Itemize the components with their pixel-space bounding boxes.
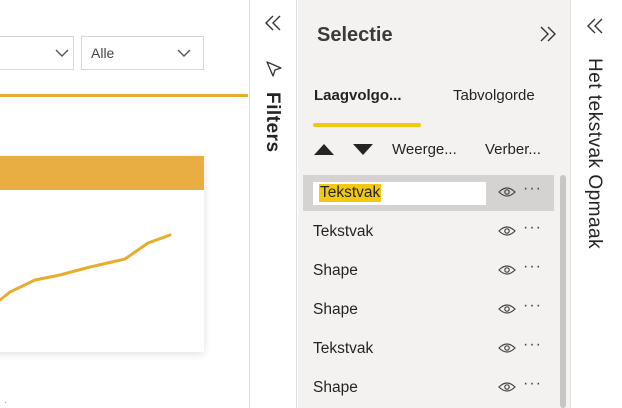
list-item-label: Tekstvak <box>319 184 382 202</box>
eye-icon[interactable] <box>498 380 516 398</box>
more-options-icon[interactable]: ··· <box>523 336 542 354</box>
filters-label[interactable]: Filters <box>261 92 283 153</box>
report-canvas: Alle . <box>0 0 248 408</box>
hide-all-button[interactable]: Verber... <box>485 141 541 158</box>
selection-pane: Selectie Laagvolgo... Tabvolgorde Weerge… <box>298 0 570 408</box>
chevron-down-icon <box>173 49 195 58</box>
list-item-label: Tekstvak <box>313 340 374 357</box>
more-options-icon[interactable]: ··· <box>523 219 542 237</box>
move-up-button[interactable] <box>313 142 335 156</box>
expand-right-icon[interactable] <box>536 22 560 46</box>
scrollbar[interactable] <box>560 175 566 408</box>
selection-pane-title: Selectie <box>317 24 393 46</box>
filter-icon <box>264 59 284 84</box>
list-item[interactable]: Tekstvak ··· <box>303 175 554 211</box>
eye-icon[interactable] <box>498 185 516 203</box>
format-pane[interactable]: Het tekstvak Opmaak <box>570 0 622 408</box>
more-options-icon[interactable]: ··· <box>523 180 542 198</box>
filters-pane[interactable]: Filters <box>249 0 297 408</box>
list-item-label: Shape <box>313 379 358 396</box>
move-down-button[interactable] <box>352 142 374 156</box>
more-options-icon[interactable]: ··· <box>523 297 542 315</box>
more-options-icon[interactable]: ··· <box>523 375 542 393</box>
chevron-down-icon <box>51 49 73 58</box>
eye-icon[interactable] <box>498 341 516 359</box>
chart-line <box>0 233 172 302</box>
eye-icon[interactable] <box>498 263 516 281</box>
collapse-left-icon[interactable] <box>263 13 283 38</box>
chart-header-bar <box>0 156 204 190</box>
more-options-icon[interactable]: ··· <box>523 258 542 276</box>
format-pane-label[interactable]: Het tekstvak Opmaak <box>583 58 605 249</box>
slicer-dropdown-2[interactable]: Alle <box>81 36 204 70</box>
list-item[interactable]: Shape ··· <box>303 292 554 328</box>
tab-tab-order[interactable]: Tabvolgorde <box>453 87 535 104</box>
rename-input[interactable]: Tekstvak <box>313 182 486 205</box>
eye-icon[interactable] <box>498 302 516 320</box>
eye-icon[interactable] <box>498 224 516 242</box>
list-item[interactable]: Shape ··· <box>303 370 554 406</box>
active-tab-indicator <box>313 123 421 127</box>
list-item-label: Tekstvak <box>313 223 374 240</box>
show-all-button[interactable]: Weerge... <box>392 141 457 158</box>
divider-line <box>0 94 248 97</box>
list-item[interactable]: Shape ··· <box>303 253 554 289</box>
list-item[interactable]: Tekstvak ··· <box>303 331 554 367</box>
list-item-label: Shape <box>313 301 358 318</box>
canvas-corner-mark: . <box>4 395 7 406</box>
list-item-label: Shape <box>313 262 358 279</box>
line-chart-visual[interactable] <box>0 156 204 352</box>
list-item[interactable]: Tekstvak ··· <box>303 214 554 250</box>
slicer-dropdown-1[interactable] <box>0 36 74 70</box>
tab-layer-order[interactable]: Laagvolgo... <box>314 87 402 104</box>
collapse-left-icon[interactable] <box>585 16 605 41</box>
slicer-dropdown-2-value: Alle <box>91 45 115 61</box>
